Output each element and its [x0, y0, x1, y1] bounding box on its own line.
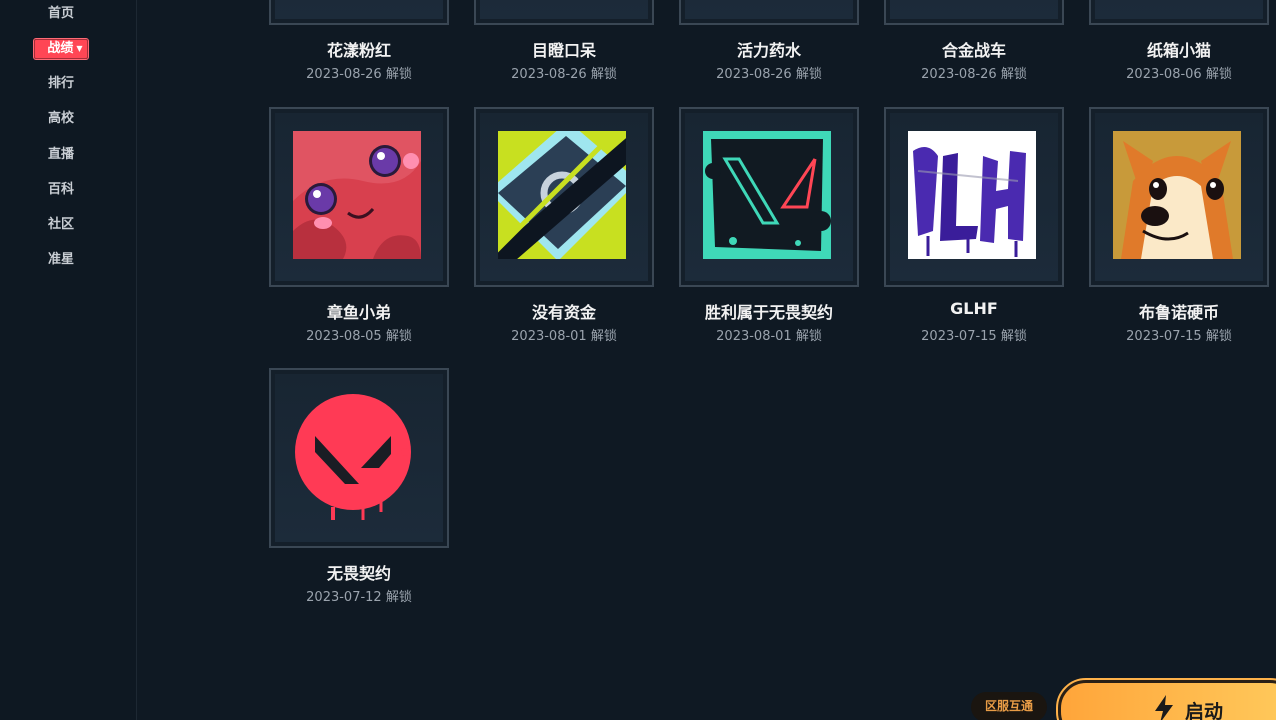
nav-item-community[interactable]: 社区	[0, 213, 122, 237]
spray-frame	[1089, 107, 1269, 287]
spray-frame	[884, 107, 1064, 287]
spray-frame	[474, 0, 654, 25]
valorant-logo-spray-icon	[293, 392, 421, 520]
spray-title: 活力药水	[736, 41, 801, 60]
nav-label: 战绩	[47, 41, 74, 56]
nav-label: 首页	[47, 6, 74, 21]
spray-title: 胜利属于无畏契约	[704, 303, 833, 322]
spray-frame	[679, 0, 859, 25]
nav-label: 直播	[47, 147, 74, 162]
valorant-victory-spray-icon	[703, 131, 831, 259]
spray-title: 纸箱小猫	[1146, 41, 1211, 60]
lightning-icon	[1153, 695, 1175, 720]
cross-region-badge: 区服互通	[971, 692, 1047, 720]
spray-unlock-date: 2023-07-12 解锁	[306, 590, 412, 605]
spray-unlock-date: 2023-08-01 解锁	[511, 329, 617, 344]
nav-item-live[interactable]: 直播	[0, 143, 122, 167]
spray-unlock-date: 2023-07-15 解锁	[1126, 329, 1232, 344]
sidebar: 首页 战绩 ▼ 排行 高校 直播 百科 社区 准星	[0, 0, 137, 720]
spray-unlock-date: 2023-08-01 解锁	[716, 329, 822, 344]
spray-title: 合金战车	[941, 41, 1006, 60]
corgi-spray-icon	[1113, 131, 1241, 259]
spray-unlock-date: 2023-08-26 解锁	[306, 67, 412, 82]
spray-unlock-date: 2023-08-26 解锁	[511, 67, 617, 82]
spray-frame	[884, 0, 1064, 25]
spray-title: GLHF	[950, 299, 998, 318]
spray-unlock-date: 2023-08-05 解锁	[306, 329, 412, 344]
launch-label: 启动	[1185, 701, 1224, 720]
spray-unlock-date: 2023-08-26 解锁	[921, 67, 1027, 82]
glhf-graffiti-spray-icon	[908, 131, 1036, 259]
spray-title: 无畏契约	[326, 564, 391, 583]
spray-frame	[269, 0, 449, 25]
spray-unlock-date: 2023-08-06 解锁	[1126, 67, 1232, 82]
spray-frame	[269, 107, 449, 287]
nav-item-wiki[interactable]: 百科	[0, 178, 122, 202]
caret-down-icon: ▼	[76, 44, 83, 53]
spray-title: 没有资金	[531, 303, 596, 322]
spray-title: 章鱼小弟	[326, 303, 391, 322]
nav-label: 百科	[47, 182, 74, 197]
nav-item-university[interactable]: 高校	[0, 107, 122, 131]
spray-unlock-date: 2023-07-15 解锁	[921, 329, 1027, 344]
spray-frame	[474, 107, 654, 287]
spray-title: 目瞪口呆	[531, 41, 596, 60]
spray-frame	[679, 107, 859, 287]
nav-label: 排行	[47, 76, 74, 91]
launch-button[interactable]: 启动	[1056, 678, 1276, 720]
nav-item-ranking[interactable]: 排行	[0, 72, 122, 96]
nav-label: 高校	[47, 111, 74, 126]
no-funds-spray-icon	[498, 131, 626, 259]
nav-item-home[interactable]: 首页	[0, 2, 122, 26]
nav-item-match-history[interactable]: 战绩 ▼	[0, 37, 122, 61]
nav-label: 准星	[47, 252, 74, 267]
nav-active-pill: 战绩 ▼	[33, 38, 89, 60]
spray-frame	[1089, 0, 1269, 25]
spray-title: 布鲁诺硬币	[1138, 303, 1219, 322]
spray-unlock-date: 2023-08-26 解锁	[716, 67, 822, 82]
octopus-spray-icon	[293, 131, 421, 259]
nav-item-crosshair[interactable]: 准星	[0, 248, 122, 272]
nav-label: 社区	[47, 217, 74, 232]
spray-title: 花漾粉红	[326, 41, 391, 60]
spray-frame	[269, 368, 449, 548]
